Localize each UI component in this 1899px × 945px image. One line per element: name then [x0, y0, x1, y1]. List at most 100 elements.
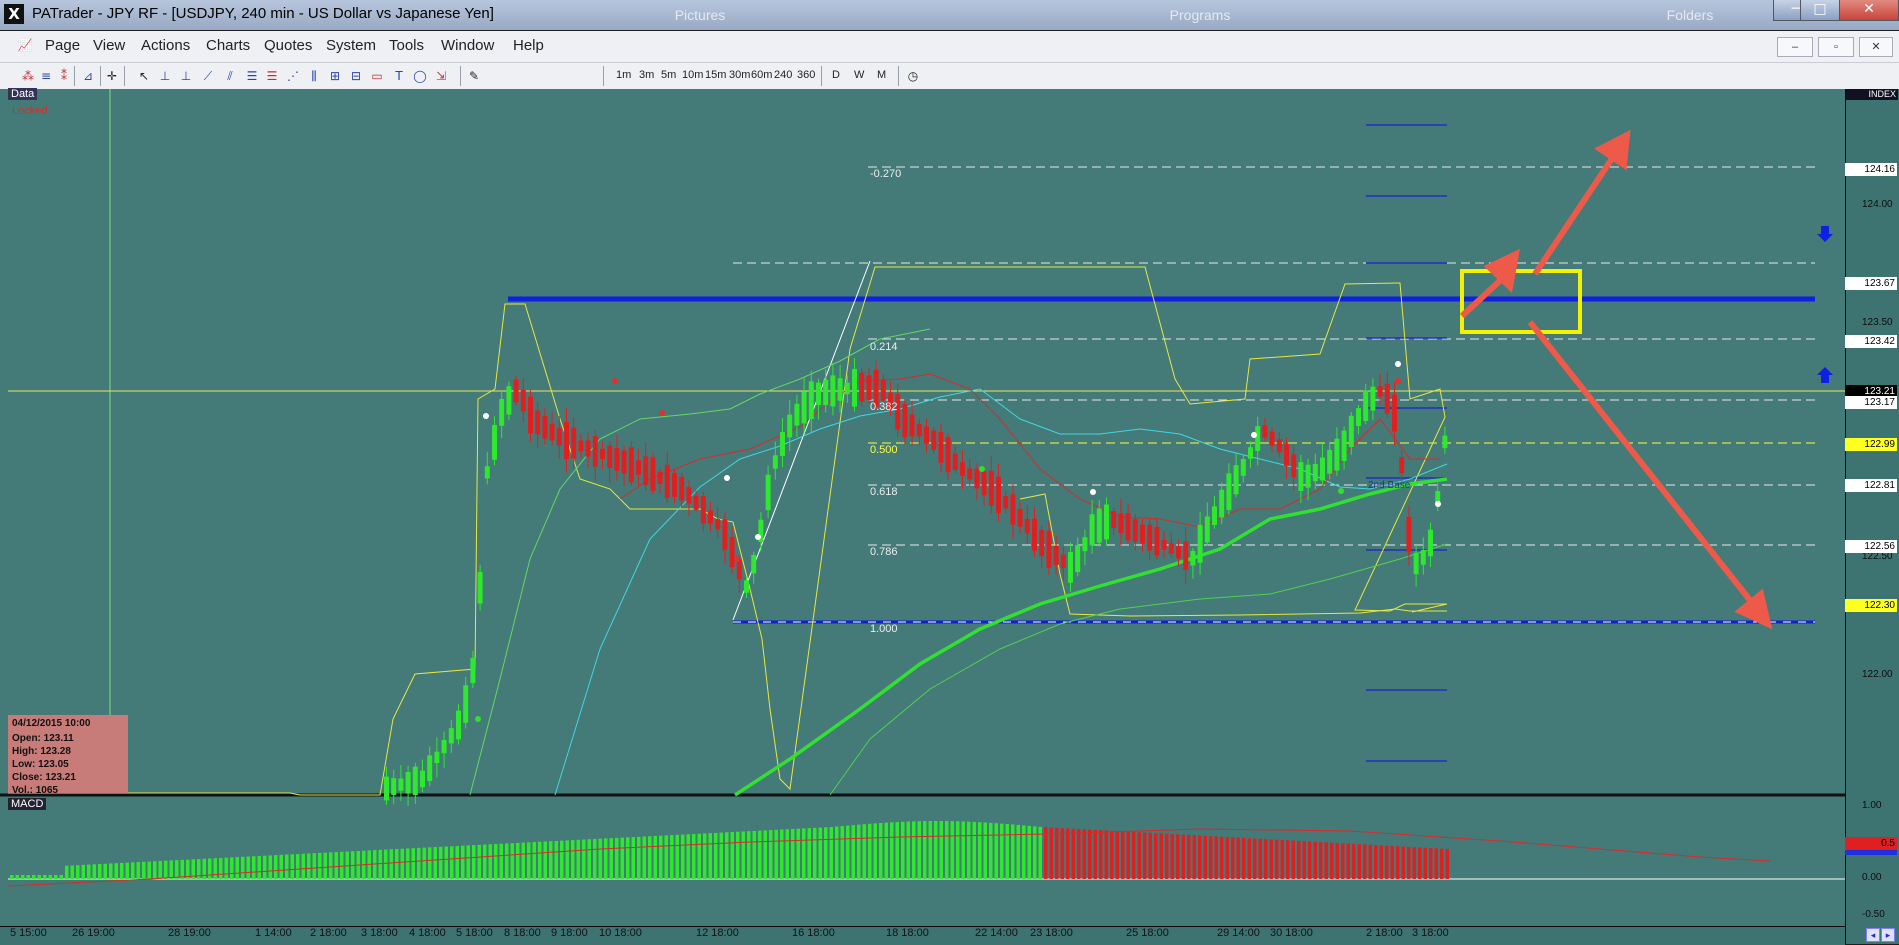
- macd-bar: [752, 830, 756, 879]
- mdi-restore-button[interactable]: ▫: [1818, 37, 1854, 57]
- maximize-button[interactable]: □: [1800, 0, 1840, 21]
- macd-bar: [1011, 824, 1015, 879]
- candle-body: [1255, 426, 1261, 452]
- hline-icon[interactable]: ⊥: [157, 68, 173, 84]
- candle-body: [650, 457, 656, 491]
- close-button[interactable]: ✕: [1839, 0, 1899, 21]
- macd-bar: [1170, 834, 1174, 879]
- period-weekly[interactable]: W: [854, 69, 864, 81]
- text-icon[interactable]: T: [391, 68, 407, 84]
- ellipse-icon[interactable]: ◯: [412, 68, 428, 84]
- macd-bar: [1275, 839, 1279, 879]
- timeframe-10m[interactable]: 10m: [682, 69, 703, 81]
- chart-icon[interactable]: 📈: [14, 37, 36, 53]
- macd-bar: [428, 847, 432, 879]
- fractal-dot: [724, 475, 730, 481]
- candles-icon[interactable]: ⁑: [56, 68, 72, 84]
- vline-icon[interactable]: ⊥: [178, 68, 194, 84]
- indicator-icon[interactable]: ⊿: [80, 68, 96, 84]
- candle-body: [794, 403, 800, 426]
- macd-bar: [153, 861, 157, 879]
- candle-body: [1003, 495, 1009, 509]
- fib-extension-icon[interactable]: ☰: [264, 68, 280, 84]
- macd-bar: [378, 849, 382, 879]
- toolbar-separator: [460, 66, 461, 86]
- candle-body: [686, 487, 692, 504]
- menu-tools[interactable]: Tools: [389, 37, 424, 54]
- candle-body: [391, 778, 397, 795]
- timeframe-360[interactable]: 360: [797, 69, 815, 81]
- level-icon[interactable]: ⊟: [348, 68, 364, 84]
- app-icon[interactable]: X: [4, 4, 24, 24]
- price-axis[interactable]: [1845, 89, 1899, 944]
- macd-bar: [477, 844, 481, 879]
- macd-bar: [521, 842, 525, 879]
- bars-icon[interactable]: ≡: [38, 68, 54, 84]
- menu-system[interactable]: System: [326, 37, 376, 54]
- macd-bar: [213, 858, 217, 879]
- macd-bar: [725, 832, 729, 879]
- background-window-programs[interactable]: Programs: [1080, 4, 1320, 26]
- macd-bar: [675, 834, 679, 879]
- cursor-icon[interactable]: ↖: [136, 68, 152, 84]
- gann-icon[interactable]: ⊞: [327, 68, 343, 84]
- candle-body: [1132, 518, 1138, 542]
- macd-bar: [961, 821, 965, 879]
- background-window-folders[interactable]: Folders: [1620, 4, 1760, 26]
- menu-charts[interactable]: Charts: [206, 37, 250, 54]
- macd-bar: [103, 863, 107, 879]
- candle-body: [506, 386, 512, 415]
- crosshair-icon[interactable]: ✛: [104, 68, 120, 84]
- fib-time-icon[interactable]: ⫼: [306, 68, 322, 84]
- period-daily[interactable]: D: [832, 69, 840, 81]
- macd-label[interactable]: MACD: [8, 798, 47, 810]
- timeframe-15m[interactable]: 15m: [705, 69, 726, 81]
- price-chart-canvas[interactable]: [0, 89, 1845, 944]
- macd-bar: [1220, 836, 1224, 879]
- price-axis-label: 122.00: [1862, 669, 1893, 680]
- candle-body: [1334, 438, 1340, 471]
- macd-bar: [1203, 835, 1207, 879]
- candle-body: [1197, 524, 1203, 563]
- timeframe-1m[interactable]: 1m: [616, 69, 631, 81]
- candle-body: [492, 424, 497, 460]
- macd-bar: [384, 849, 388, 879]
- timeframe-3m[interactable]: 3m: [639, 69, 654, 81]
- macd-bar: [543, 841, 547, 879]
- menu-help[interactable]: Help: [513, 37, 544, 54]
- candle-body: [1327, 449, 1333, 474]
- alert-arrow-up: [1817, 367, 1833, 383]
- scroll-right-button[interactable]: ▸: [1881, 928, 1895, 942]
- background-window-pictures[interactable]: Pictures: [600, 4, 800, 26]
- candle-body: [549, 423, 555, 441]
- scroll-left-button[interactable]: ◂: [1866, 928, 1880, 942]
- timeframe-5m[interactable]: 5m: [661, 69, 676, 81]
- timeframe-30m[interactable]: 30m: [729, 69, 750, 81]
- trendline-icon[interactable]: ⟋: [200, 68, 216, 84]
- menu-window[interactable]: Window: [441, 37, 494, 54]
- macd-bar: [824, 827, 828, 879]
- rectangle-icon[interactable]: ▭: [369, 68, 385, 84]
- fib-retracement-icon[interactable]: ☰: [244, 68, 260, 84]
- data-tag[interactable]: Data: [8, 88, 38, 100]
- macd-bar: [169, 860, 173, 879]
- candle-body: [1017, 509, 1023, 527]
- menu-page[interactable]: Page: [45, 37, 80, 54]
- price-tag-123-67: 123.67: [1845, 277, 1897, 290]
- menu-view[interactable]: View: [93, 37, 125, 54]
- timeframe-240[interactable]: 240: [774, 69, 792, 81]
- menu-actions[interactable]: Actions: [141, 37, 190, 54]
- timeframe-60m[interactable]: 60m: [751, 69, 772, 81]
- candle-body: [1190, 550, 1196, 566]
- arrow-icon[interactable]: ⇲: [433, 68, 449, 84]
- mdi-minimize-button[interactable]: –: [1777, 37, 1813, 57]
- mdi-close-button[interactable]: ✕: [1859, 37, 1893, 57]
- menu-quotes[interactable]: Quotes: [264, 37, 312, 54]
- period-monthly[interactable]: M: [877, 69, 886, 81]
- channel-icon[interactable]: ⫽: [222, 68, 238, 84]
- link-icon[interactable]: ⁂: [20, 68, 36, 84]
- macd-bar: [488, 844, 492, 879]
- fib-fan-icon[interactable]: ⋰: [285, 68, 301, 84]
- pencil-icon[interactable]: ✎: [466, 68, 482, 84]
- clock-icon[interactable]: ◷: [905, 68, 921, 84]
